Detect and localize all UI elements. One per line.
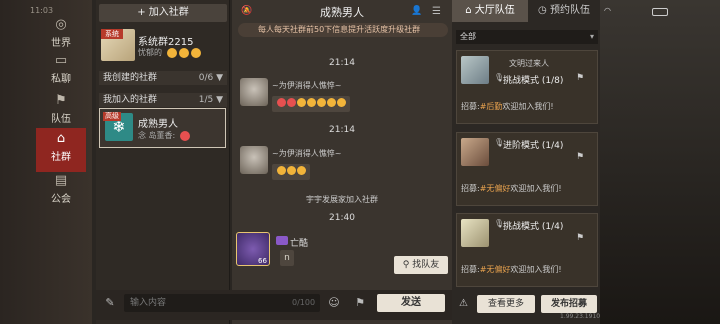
send-button[interactable]: 发送 [377,294,445,312]
section-title: 我创建的社群 [103,73,158,83]
emoji-icon [317,98,326,107]
emoji-icon [337,98,346,107]
sender-name: 亡酷 [290,239,309,249]
tab-private-chat[interactable]: ▭ 私聊 [36,50,86,94]
community-icon: ⌂ [56,131,66,146]
person-icon: ⚲ [402,260,413,270]
system-note: 宇宇发展家加入社群 [306,195,378,204]
message-bubble [272,96,350,112]
team-recruit-text: 招募:#无偏好欢迎加入我们! [461,184,562,193]
emoji-icon [190,47,201,58]
join-group-button[interactable]: + 加入社群 [99,4,227,22]
plus-icon: + [137,7,149,18]
sender-avatar[interactable] [240,146,268,174]
tab-reserved-team[interactable]: ◷ 预约队伍 [528,0,600,22]
globe-icon: ◎ [55,17,67,32]
filter-value: 全部 [460,32,476,41]
tab-label: 公会 [51,194,71,205]
section-title: 我加入的社群 [103,95,158,105]
chat-input[interactable]: 输入内容 [124,294,320,312]
joined-groups-header[interactable]: 我加入的社群 1/5 ▼ [99,93,227,107]
message-bubble [272,164,310,180]
rank-icon [276,236,288,245]
tab-label: 世界 [51,38,71,49]
join-team-icon[interactable]: ⚑ [576,152,588,162]
dropdown-icon: ▾ [589,32,594,41]
message-time: 21:14 [329,125,355,135]
message-time: 21:14 [329,58,355,68]
team-recruit-text: 招募:#无偏好欢迎加入我们! [461,265,562,274]
team-mode: 挑战模式 (1/4) [503,222,564,232]
emoji-icon [297,166,306,175]
sender-name: ~为伊消得人憔悴~ [272,81,342,90]
emoji-icon [277,98,286,107]
tab-community[interactable]: ⌂ 社群 [36,128,86,172]
view-more-button[interactable]: 查看更多 [477,295,535,313]
find-teammate-button[interactable]: ⚲ 找队友 [394,256,448,274]
join-team-icon[interactable]: ⚑ [576,233,588,243]
wifi-icon: ◠ [604,6,611,15]
char-counter: 0/100 [292,298,316,307]
sender-name: ~为伊消得人憔悴~ [272,149,342,158]
tab-label: 大厅队伍 [474,5,515,16]
emoji-icon [287,166,296,175]
emoji-icon [327,98,336,107]
guild-icon: ▤ [54,173,68,188]
house-icon: ⌂ [465,5,475,16]
tab-label: 队伍 [51,114,71,125]
system-tag: 系统 [101,29,123,39]
section-count: 0/6 ▼ [198,73,223,83]
level-badge: 66 [258,257,267,265]
find-teammate-label: 找队友 [412,260,440,270]
last-msg-text: 忧郁的 [138,48,162,57]
tab-label: 私聊 [51,74,71,85]
warning-icon[interactable]: ⚠ [459,298,468,309]
menu-icon[interactable]: ☰ [432,6,441,17]
tab-label: 预约队伍 [549,5,590,16]
game-scene-background [600,0,720,324]
tab-guild[interactable]: ▤ 公会 [36,170,86,214]
flag-icon: ⚑ [55,93,67,108]
premium-tag: 高级 [103,112,121,121]
team-mode: 进阶模式 (1/4) [503,141,564,151]
created-groups-header[interactable]: 我创建的社群 0/6 ▼ [99,71,227,85]
emoji-icon [287,98,296,107]
message-time: 21:40 [329,213,355,223]
group-last-msg: 念 岛董香: [138,130,190,141]
emoji-icon [179,130,190,141]
section-count: 1/5 ▼ [198,95,223,105]
team-filter-select[interactable]: 全部 ▾ [456,30,598,44]
clock-icon: ◷ [538,5,550,16]
chat-icon: ▭ [54,53,68,68]
tab-lobby-team[interactable]: ⌂ 大厅队伍 [452,0,528,22]
emoji-icon [178,47,189,58]
emoji-icon [277,166,286,175]
message-bubble: n [280,250,294,266]
emoji-icon [297,98,306,107]
chat-notice: 每人每天社群前50下信息提升活跃度升级社群 [238,23,448,37]
members-icon[interactable]: 👤 [411,6,422,16]
team-recruit-text: 招募:#后勤欢迎加入我们! [461,102,554,111]
join-group-label: 加入社群 [148,7,189,18]
team-leader-avatar [461,219,489,247]
emoji-picker-icon[interactable]: ☺ [326,295,342,311]
post-recruit-button[interactable]: 发布招募 [541,295,597,313]
version-text: 1.99.23.1910 [560,313,601,320]
team-mode: 挑战模式 (1/8) [503,76,564,86]
tab-label: 社群 [51,152,71,163]
join-team-icon[interactable]: ⚑ [576,73,588,83]
system-group-name: 系统群2215 [138,37,194,48]
team-leader-name: 文明过来人 [509,59,549,68]
voice-icon[interactable]: ✎ [102,295,118,311]
emoji-icon [166,47,177,58]
flag-icon[interactable]: ⚑ [352,295,368,311]
battery-icon [652,8,668,16]
system-group-last-msg: 忧郁的 [138,47,201,58]
group-name: 成熟男人 [138,119,178,130]
sender-avatar[interactable] [240,78,268,106]
team-leader-avatar [461,138,489,166]
emoji-icon [307,98,316,107]
last-msg-text: 念 岛董香: [138,131,176,140]
team-leader-avatar [461,56,489,84]
